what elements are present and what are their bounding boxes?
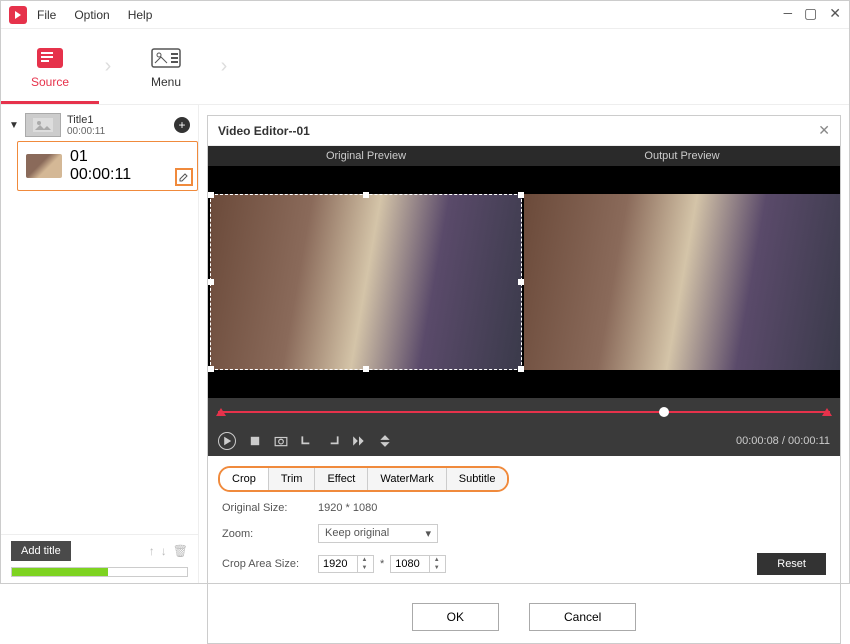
- video-editor-dialog: Video Editor--01 ✕ Original Preview: [207, 115, 841, 644]
- editor-title: Video Editor--01: [218, 124, 310, 138]
- step-menu-label: Menu: [151, 75, 181, 89]
- add-clip-button[interactable]: +: [174, 117, 190, 133]
- chevron-icon: ›: [99, 29, 117, 104]
- rotate-left-button[interactable]: [300, 434, 314, 448]
- up-arrow-icon[interactable]: ▲: [358, 556, 371, 564]
- menu-icon: [150, 45, 182, 71]
- app-icon: [9, 6, 27, 24]
- titlebar: File Option Help — ▢ ✕: [1, 1, 849, 29]
- output-preview: [524, 166, 840, 398]
- down-arrow-icon[interactable]: ▼: [430, 564, 443, 572]
- time-display: 00:00:08 / 00:00:11: [736, 435, 830, 447]
- original-size-label: Original Size:: [222, 502, 318, 514]
- progress-bar: [11, 567, 188, 577]
- edit-clip-button[interactable]: [175, 168, 193, 186]
- step-forward-button[interactable]: [352, 434, 366, 448]
- minimize-button[interactable]: —: [784, 6, 792, 23]
- crop-settings: Original Size: 1920 * 1080 Zoom: Keep or…: [208, 492, 840, 595]
- move-down-button[interactable]: ↓: [161, 544, 167, 558]
- stop-button[interactable]: [248, 434, 262, 448]
- play-button[interactable]: [218, 432, 236, 450]
- up-arrow-icon[interactable]: ▲: [430, 556, 443, 564]
- flip-button[interactable]: [378, 434, 392, 448]
- tab-crop[interactable]: Crop: [220, 468, 269, 490]
- output-preview-label: Output Preview: [524, 146, 840, 166]
- tab-subtitle[interactable]: Subtitle: [447, 468, 508, 490]
- move-up-button[interactable]: ↑: [149, 544, 155, 558]
- editor-close-button[interactable]: ✕: [818, 122, 830, 139]
- maximize-button[interactable]: ▢: [804, 6, 817, 23]
- tree-title-item[interactable]: ▼ Title1 00:00:11 +: [1, 109, 198, 141]
- ok-button[interactable]: OK: [412, 603, 499, 631]
- crop-area-label: Crop Area Size:: [222, 558, 318, 570]
- crop-width-input[interactable]: [319, 556, 357, 572]
- original-preview[interactable]: [208, 166, 524, 398]
- zoom-label: Zoom:: [222, 528, 318, 540]
- collapse-icon[interactable]: ▼: [9, 120, 19, 131]
- menu-option[interactable]: Option: [74, 8, 109, 22]
- tree-clip-name: 01: [70, 148, 131, 166]
- add-title-button[interactable]: Add title: [11, 541, 71, 561]
- timeline[interactable]: [208, 398, 840, 426]
- sidebar: ▼ Title1 00:00:11 + 01 00:00:11: [1, 105, 199, 583]
- original-size-value: 1920 * 1080: [318, 502, 377, 514]
- rotate-right-button[interactable]: [326, 434, 340, 448]
- cancel-button[interactable]: Cancel: [529, 603, 636, 631]
- zoom-select[interactable]: Keep original▾: [318, 524, 438, 543]
- close-button[interactable]: ✕: [829, 6, 841, 23]
- menu-file[interactable]: File: [37, 8, 56, 22]
- clip-thumbnail: [26, 154, 62, 178]
- chevron-icon: ›: [215, 29, 233, 104]
- step-source-label: Source: [31, 75, 69, 89]
- crop-height-stepper[interactable]: ▲▼: [390, 555, 446, 573]
- in-marker[interactable]: [216, 408, 226, 416]
- step-menu-tab[interactable]: Menu: [117, 29, 215, 104]
- title-thumbnail: [25, 113, 61, 137]
- out-marker[interactable]: [822, 408, 832, 416]
- tree-title-name: Title1: [67, 114, 168, 126]
- editor-tabs: Crop Trim Effect WaterMark Subtitle: [218, 466, 509, 492]
- down-arrow-icon[interactable]: ▼: [358, 564, 371, 572]
- tree-clip-time: 00:00:11: [70, 166, 131, 184]
- tab-trim[interactable]: Trim: [269, 468, 316, 490]
- crop-height-input[interactable]: [391, 556, 429, 572]
- snapshot-button[interactable]: [274, 434, 288, 448]
- crop-width-stepper[interactable]: ▲▼: [318, 555, 374, 573]
- step-tabs: Source › Menu ›: [1, 29, 849, 105]
- source-tree: ▼ Title1 00:00:11 + 01 00:00:11: [1, 105, 198, 534]
- tree-clip-item[interactable]: 01 00:00:11: [17, 141, 198, 191]
- playhead[interactable]: [659, 407, 669, 417]
- tab-watermark[interactable]: WaterMark: [368, 468, 446, 490]
- player-controls: 00:00:08 / 00:00:11: [208, 426, 840, 456]
- delete-button[interactable]: 🗑: [173, 544, 188, 558]
- step-source-tab[interactable]: Source: [1, 29, 99, 104]
- crop-selection[interactable]: [210, 194, 522, 370]
- reset-button[interactable]: Reset: [757, 553, 826, 575]
- tab-effect[interactable]: Effect: [315, 468, 368, 490]
- editor-area: Video Editor--01 ✕ Original Preview: [199, 105, 849, 583]
- dropdown-icon: ▾: [425, 527, 431, 540]
- times-label: *: [380, 558, 384, 570]
- source-icon: [34, 45, 66, 71]
- menu-help[interactable]: Help: [128, 8, 153, 22]
- original-preview-label: Original Preview: [208, 146, 524, 166]
- tree-title-time: 00:00:11: [67, 126, 168, 137]
